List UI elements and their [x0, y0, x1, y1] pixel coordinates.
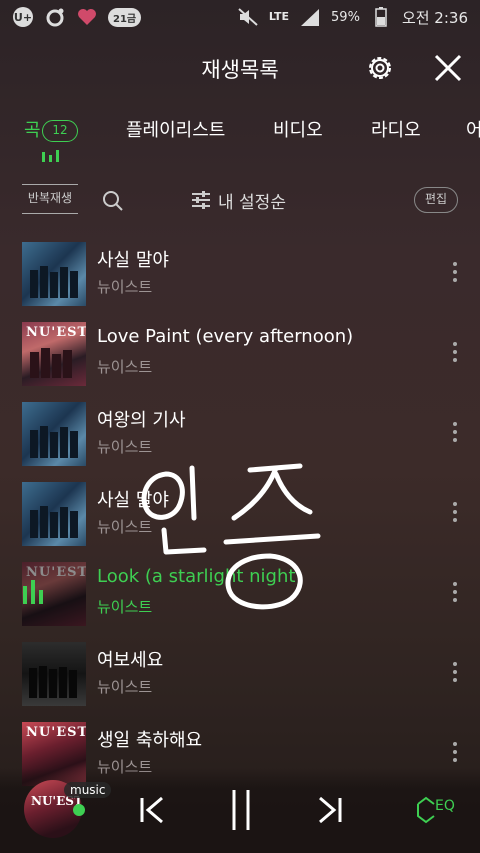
song-row-now-playing[interactable]: NU'EST Look (a starlight night) 뉴이스트 [0, 560, 480, 640]
clock: 오전 2:36 [401, 8, 468, 27]
song-title: 사실 말야 [97, 250, 169, 271]
song-title: Look (a starlight night) [97, 566, 303, 587]
song-row[interactable]: NU'EST Love Paint (every afternoon) 뉴이스트 [0, 320, 480, 400]
album-art-text: NU'EST [26, 565, 86, 580]
song-row[interactable]: 사실 말야 뉴이스트 [0, 480, 480, 560]
album-art-text: NU'EST [26, 725, 86, 740]
equalizer-icon [42, 150, 59, 162]
more-icon[interactable] [450, 660, 460, 684]
tab-songs-label: 곡 [24, 120, 41, 141]
tab-video[interactable]: 비디오 [273, 116, 323, 142]
tab-radio[interactable]: 라디오 [371, 116, 421, 142]
next-icon[interactable] [312, 790, 346, 830]
repeat-button[interactable]: 반복재생 [22, 184, 78, 214]
ring-icon [44, 6, 66, 28]
u-plus-icon: U+ [12, 6, 34, 28]
album-art [22, 482, 86, 546]
heart-icon [76, 6, 98, 28]
song-row[interactable]: 사실 말야 뉴이스트 [0, 240, 480, 320]
search-icon[interactable] [102, 190, 124, 212]
sort-label[interactable]: 내 설정순 [218, 188, 286, 213]
battery-percent: 59% [331, 9, 360, 25]
more-icon[interactable] [450, 420, 460, 444]
page-title: 재생목록 [201, 58, 279, 82]
edit-button[interactable]: 편집 [414, 187, 458, 213]
pause-icon[interactable] [224, 786, 258, 834]
album-art [22, 402, 86, 466]
album-art [22, 642, 86, 706]
song-artist: 뉴이스트 [97, 518, 153, 536]
song-artist: 뉴이스트 [97, 678, 153, 696]
song-artist: 뉴이스트 [97, 438, 153, 456]
song-title: 생일 축하해요 [97, 730, 203, 751]
signal-icon [299, 6, 321, 28]
more-icon[interactable] [450, 340, 460, 364]
close-icon[interactable] [432, 52, 464, 84]
list-toolbar: 반복재생 내 설정순 편집 [0, 178, 480, 222]
tab-bar: 곡 12 플레이리스트 비디오 라디오 어 [0, 110, 480, 162]
header: 재생목록 [0, 34, 480, 100]
more-icon[interactable] [450, 740, 460, 764]
more-icon[interactable] [450, 500, 460, 524]
song-row[interactable]: 여보세요 뉴이스트 [0, 640, 480, 720]
playing-dot-icon [73, 804, 85, 816]
battery-icon [370, 6, 392, 28]
song-title: 여보세요 [97, 650, 164, 671]
now-playing-icon [23, 580, 43, 604]
gear-icon[interactable] [364, 52, 396, 84]
song-title: 여왕의 기사 [97, 410, 186, 431]
more-icon[interactable] [450, 580, 460, 604]
mute-icon [237, 6, 259, 28]
song-row[interactable]: 여왕의 기사 뉴이스트 [0, 400, 480, 480]
network-type: LTE [268, 10, 290, 23]
album-art [22, 242, 86, 306]
tab-more[interactable]: 어 [466, 116, 480, 142]
mini-player: NU'EST music EQ [0, 768, 480, 853]
tab-playlist[interactable]: 플레이리스트 [126, 116, 225, 142]
song-artist: 뉴이스트 [97, 278, 153, 296]
sort-settings-icon[interactable] [190, 189, 212, 211]
badge-icon: 21금 [108, 7, 142, 27]
song-title: 사실 말야 [97, 490, 169, 511]
eq-button[interactable]: EQ [414, 794, 458, 824]
song-count-badge: 12 [42, 120, 78, 142]
svg-text:U+: U+ [14, 11, 32, 24]
song-artist: 뉴이스트 [97, 358, 153, 376]
source-tag: music [64, 782, 112, 798]
song-title: Love Paint (every afternoon) [97, 326, 354, 347]
album-art-text: NU'EST [26, 325, 86, 340]
eq-label: EQ [435, 798, 455, 814]
more-icon[interactable] [450, 260, 460, 284]
song-artist: 뉴이스트 [97, 598, 153, 616]
album-art: NU'EST [22, 322, 86, 386]
tab-songs[interactable]: 곡 [24, 116, 41, 142]
status-bar: U+ 21금 LTE 59% 오전 2:36 [0, 0, 480, 34]
previous-icon[interactable] [136, 790, 170, 830]
